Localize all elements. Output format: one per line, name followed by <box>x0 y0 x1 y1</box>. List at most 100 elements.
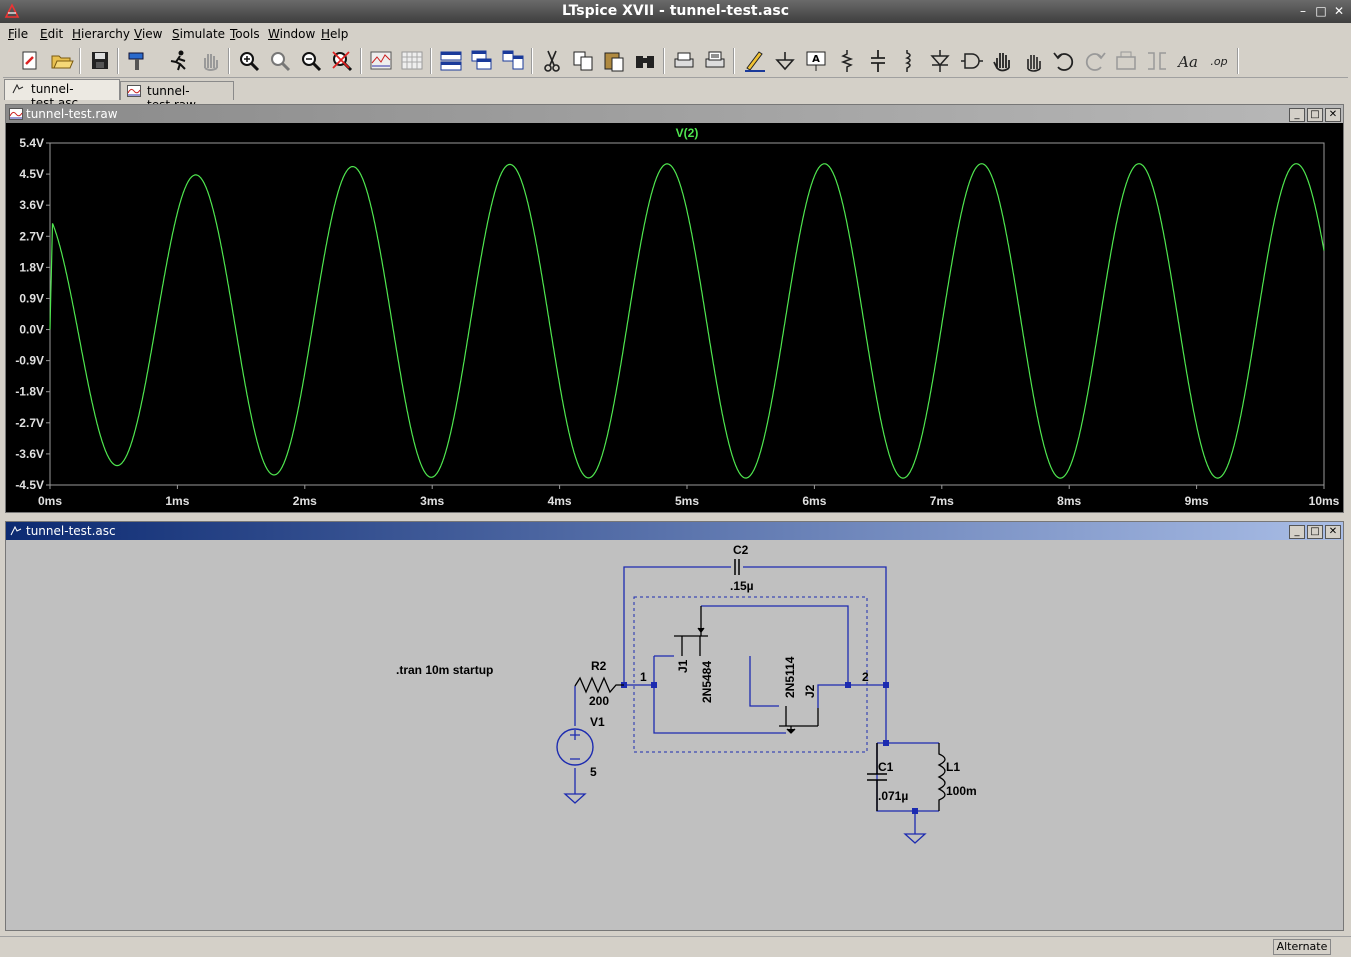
y-tick-label: 1.8V <box>19 260 44 274</box>
waveform-plot[interactable]: V(2) 5.4V 4.5V 3.6V 2.7V 1.8V 0.9V 0.0V -0.9V -1.… <box>6 123 1343 512</box>
status-mode: Alternate <box>1273 939 1331 955</box>
menu-tools[interactable]: Tools <box>230 27 260 41</box>
cascade-icon[interactable] <box>469 48 495 74</box>
net-label-1: 1 <box>640 670 647 684</box>
ground-icon <box>903 830 927 844</box>
copy-icon[interactable] <box>570 48 596 74</box>
halt-hand-icon[interactable] <box>197 48 223 74</box>
draw-wire-pencil-icon[interactable] <box>741 48 767 74</box>
jfet-j2-symbol[interactable] <box>779 706 819 734</box>
l1-value-label: 100m <box>946 784 977 798</box>
x-tick-label: 7ms <box>930 494 954 508</box>
resistor-icon[interactable] <box>834 48 860 74</box>
label-net-icon[interactable]: A <box>803 48 829 74</box>
x-tick-label: 4ms <box>548 494 572 508</box>
resistor-r2-symbol[interactable] <box>574 676 624 694</box>
print-setup-icon[interactable] <box>702 48 728 74</box>
toolbar-separator <box>1237 48 1239 74</box>
tab-tunnel-test-raw[interactable]: tunnel-test.raw <box>120 81 234 112</box>
drag-hand-icon[interactable] <box>1020 48 1046 74</box>
close-icon[interactable]: ✕ <box>1325 525 1341 539</box>
zoom-fit-icon[interactable] <box>329 48 355 74</box>
close-icon[interactable]: ✕ <box>1331 3 1347 19</box>
zoom-in-icon[interactable] <box>236 48 262 74</box>
close-icon[interactable]: ✕ <box>1325 108 1341 122</box>
minimize-icon[interactable]: _ <box>1289 525 1305 539</box>
y-tick-label: -4.5V <box>15 478 44 492</box>
spice-directive-icon[interactable]: .op <box>1206 48 1232 74</box>
x-tick-label: 2ms <box>293 494 317 508</box>
trace-title: V(2) <box>676 126 699 140</box>
spice-directive-text[interactable]: .tran 10m startup <box>396 663 493 677</box>
x-tick-label: 10ms <box>1309 494 1340 508</box>
move-hand-icon[interactable] <box>989 48 1015 74</box>
open-icon[interactable] <box>49 48 75 74</box>
maximize-icon[interactable]: □ <box>1313 3 1329 19</box>
mirror-icon[interactable] <box>1144 48 1170 74</box>
l1-ref-label: L1 <box>946 760 960 774</box>
voltage-source-v1-symbol[interactable] <box>556 728 594 766</box>
zoom-out-icon[interactable] <box>298 48 324 74</box>
minimize-icon[interactable]: – <box>1295 3 1311 19</box>
x-tick-label: 6ms <box>802 494 826 508</box>
y-tick-label: 5.4V <box>19 136 44 150</box>
x-tick-label: 1ms <box>165 494 189 508</box>
menu-view[interactable]: View <box>134 27 162 41</box>
new-schematic-icon[interactable] <box>17 48 43 74</box>
pan-magnifier-icon[interactable] <box>267 48 293 74</box>
toolbar-separator <box>117 48 119 74</box>
redo-icon[interactable] <box>1082 48 1108 74</box>
cut-icon[interactable] <box>539 48 565 74</box>
y-tick-label: -2.7V <box>15 416 44 430</box>
toolbar-separator <box>531 48 533 74</box>
autorange-icon[interactable] <box>368 48 394 74</box>
print-icon[interactable] <box>671 48 697 74</box>
y-tick-label: -0.9V <box>15 354 44 368</box>
plot-background <box>6 123 1343 512</box>
x-tick-label: 8ms <box>1057 494 1081 508</box>
capacitor-c2-symbol[interactable] <box>734 559 740 575</box>
y-tick-label: 0.0V <box>19 323 44 337</box>
j1-ref-label: J1 <box>676 659 690 673</box>
menu-bar: File Edit Hierarchy View Simulate Tools … <box>0 23 1351 43</box>
save-icon[interactable] <box>87 48 113 74</box>
y-tick-label: 0.9V <box>19 291 44 305</box>
toolbar-separator <box>430 48 432 74</box>
maximize-icon[interactable]: □ <box>1307 525 1323 539</box>
find-binoculars-icon[interactable] <box>632 48 658 74</box>
jfet-j1-symbol[interactable] <box>674 606 708 656</box>
menu-file[interactable]: File <box>8 27 28 41</box>
text-icon[interactable]: Aa <box>1175 48 1201 74</box>
capacitor-icon[interactable] <box>865 48 891 74</box>
waveform-window-title: tunnel-test.raw <box>26 107 118 121</box>
tile-vertical-icon[interactable] <box>500 48 526 74</box>
menu-hierarchy[interactable]: Hierarchy <box>72 27 130 41</box>
run-icon[interactable] <box>166 48 192 74</box>
junction-dots <box>621 682 918 814</box>
j1-value-label: 2N5484 <box>700 661 714 703</box>
maximize-icon[interactable]: □ <box>1307 108 1323 122</box>
paste-icon[interactable] <box>601 48 627 74</box>
v1-value-label: 5 <box>590 765 597 779</box>
tile-horizontal-icon[interactable] <box>438 48 464 74</box>
toolbar-separator <box>360 48 362 74</box>
inductor-icon[interactable] <box>896 48 922 74</box>
inductor-l1-symbol[interactable] <box>937 743 946 811</box>
diode-icon[interactable] <box>927 48 953 74</box>
rotate-icon[interactable] <box>1113 48 1139 74</box>
c1-ref-label: C1 <box>878 760 894 774</box>
menu-window[interactable]: Window <box>268 27 315 41</box>
menu-edit[interactable]: Edit <box>40 27 63 41</box>
x-tick-label: 9ms <box>1185 494 1209 508</box>
grid-icon[interactable] <box>399 48 425 74</box>
tab-tunnel-test-asc[interactable]: tunnel-test.asc <box>4 79 120 110</box>
minimize-icon[interactable]: _ <box>1289 108 1305 122</box>
control-panel-hammer-icon[interactable] <box>125 48 151 74</box>
component-icon[interactable] <box>958 48 984 74</box>
menu-simulate[interactable]: Simulate <box>172 27 225 41</box>
ground-icon[interactable] <box>772 48 798 74</box>
undo-icon[interactable] <box>1051 48 1077 74</box>
schematic-canvas[interactable]: C2 .15µ R2 200 V1 5 C1 .071µ L1 100m 1 2… <box>6 540 1343 930</box>
menu-help[interactable]: Help <box>321 27 348 41</box>
x-tick-label: 0ms <box>38 494 62 508</box>
